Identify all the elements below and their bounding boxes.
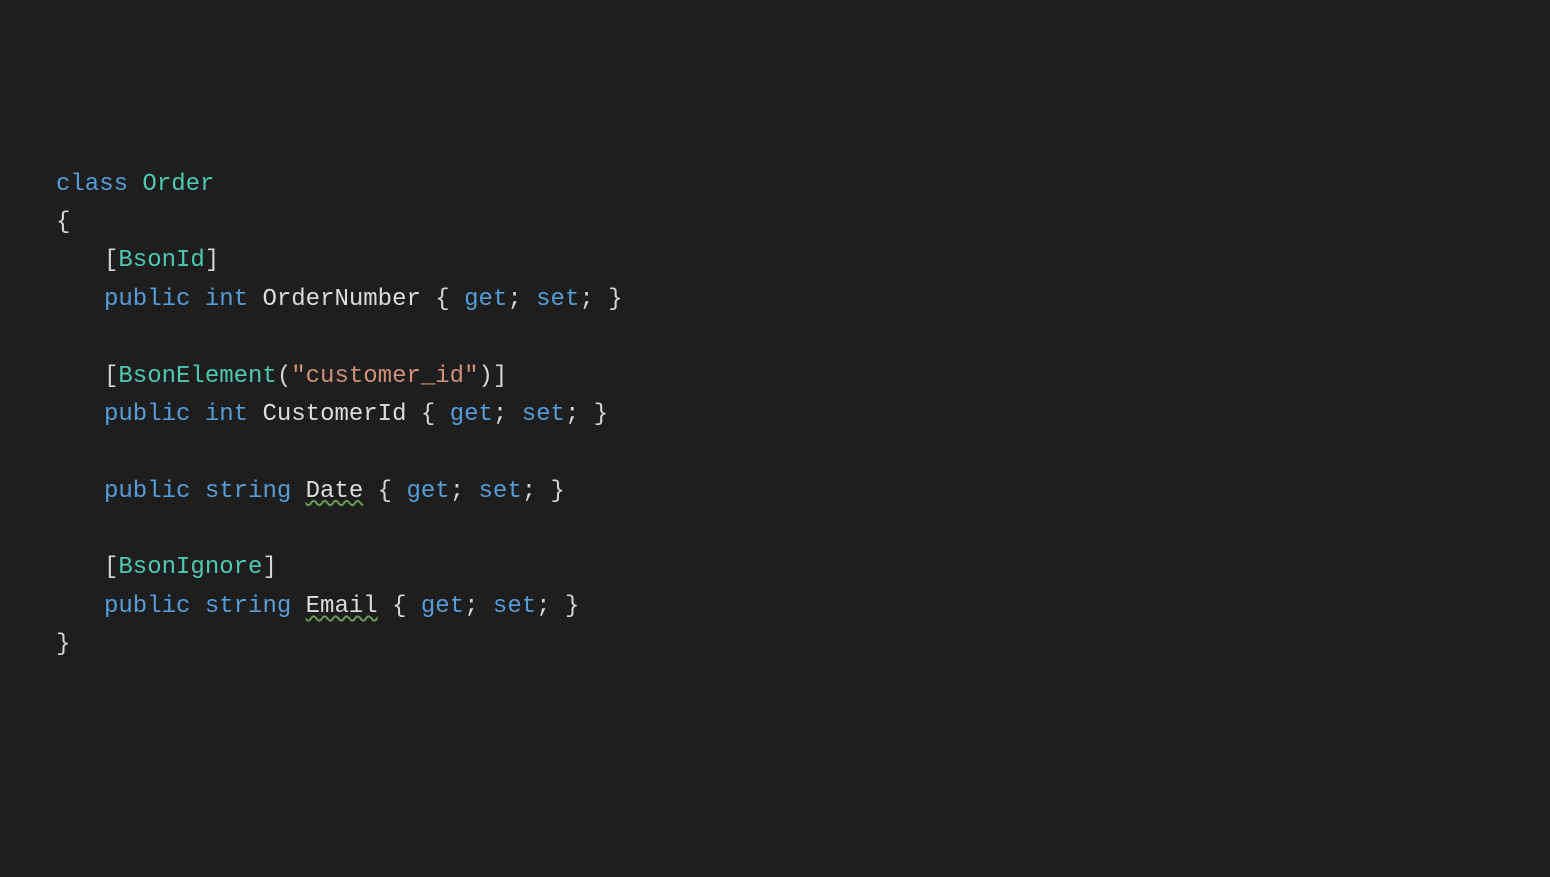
code-line: {	[56, 204, 1550, 242]
code-editor[interactable]: class Order{[BsonId]public int OrderNumb…	[0, 166, 1550, 665]
property-date: Date	[306, 478, 364, 505]
keyword-class: class	[56, 171, 128, 198]
keyword-string: string	[205, 593, 291, 620]
brace-close: }	[56, 631, 70, 658]
keyword-public: public	[104, 286, 190, 313]
blank-line	[56, 434, 1550, 472]
code-line: class Order	[56, 166, 1550, 204]
code-line: public int CustomerId { get; set; }	[56, 396, 1550, 434]
blank-line	[56, 319, 1550, 357]
keyword-public: public	[104, 593, 190, 620]
code-line: public string Date { get; set; }	[56, 473, 1550, 511]
keyword-set: set	[493, 593, 536, 620]
bracket-close: ]	[493, 363, 507, 390]
attribute-bsonelement: BsonElement	[118, 363, 276, 390]
property-customerid: CustomerId	[262, 401, 406, 428]
bracket-open: [	[104, 554, 118, 581]
brace-open: {	[56, 209, 70, 236]
attribute-bsonignore: BsonIgnore	[118, 554, 262, 581]
code-line: [BsonIgnore]	[56, 549, 1550, 587]
paren-close: )	[478, 363, 492, 390]
bracket-close: ]	[262, 554, 276, 581]
keyword-public: public	[104, 401, 190, 428]
class-name: Order	[142, 171, 214, 198]
keyword-int: int	[205, 401, 248, 428]
keyword-set: set	[522, 401, 565, 428]
keyword-get: get	[450, 401, 493, 428]
property-email: Email	[306, 593, 378, 620]
keyword-set: set	[536, 286, 579, 313]
keyword-get: get	[464, 286, 507, 313]
bracket-close: ]	[205, 247, 219, 274]
attribute-bsonid: BsonId	[118, 247, 204, 274]
code-line: public int OrderNumber { get; set; }	[56, 281, 1550, 319]
code-line: public string Email { get; set; }	[56, 588, 1550, 626]
code-line: [BsonId]	[56, 242, 1550, 280]
keyword-public: public	[104, 478, 190, 505]
code-line: [BsonElement("customer_id")]	[56, 358, 1550, 396]
bracket-open: [	[104, 247, 118, 274]
keyword-string: string	[205, 478, 291, 505]
property-ordernumber: OrderNumber	[262, 286, 420, 313]
code-line: }	[56, 626, 1550, 664]
bracket-open: [	[104, 363, 118, 390]
keyword-int: int	[205, 286, 248, 313]
keyword-get: get	[406, 478, 449, 505]
keyword-set: set	[479, 478, 522, 505]
string-literal: "customer_id"	[291, 363, 478, 390]
paren-open: (	[277, 363, 291, 390]
keyword-get: get	[421, 593, 464, 620]
